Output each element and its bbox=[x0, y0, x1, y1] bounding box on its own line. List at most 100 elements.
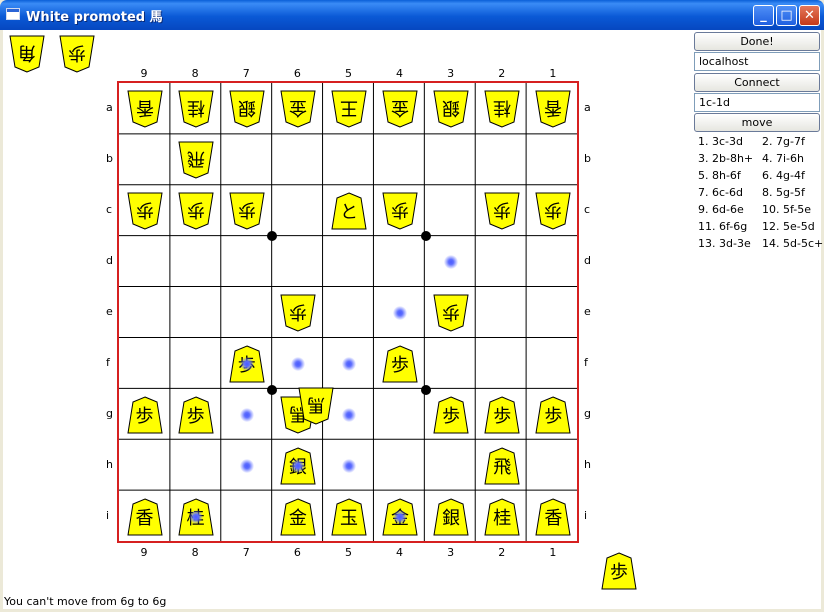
piece-9c[interactable]: 歩 bbox=[126, 192, 163, 230]
piece-8i[interactable]: 桂 bbox=[178, 498, 214, 536]
file-label: 1 bbox=[549, 67, 557, 80]
rank-label: f bbox=[584, 356, 588, 370]
file-label: 6 bbox=[293, 546, 301, 559]
maximize-button[interactable]: □ bbox=[776, 5, 797, 26]
rank-label: b bbox=[584, 151, 591, 165]
file-label: 5 bbox=[344, 546, 352, 559]
piece-kanji: 歩 bbox=[135, 406, 154, 428]
dragging-piece[interactable]: 馬 bbox=[298, 387, 334, 425]
piece-7a[interactable]: 銀 bbox=[229, 90, 265, 128]
piece-9a[interactable]: 香 bbox=[126, 90, 163, 128]
black-hand-piece[interactable]: 歩 bbox=[601, 552, 637, 590]
piece-4c[interactable]: 歩 bbox=[382, 192, 418, 230]
rank-label: a bbox=[106, 100, 113, 114]
piece-2i[interactable]: 桂 bbox=[484, 498, 520, 536]
piece-6e[interactable]: 歩 bbox=[280, 294, 316, 332]
piece-kanji: 香 bbox=[544, 508, 563, 530]
piece-8a[interactable]: 桂 bbox=[178, 90, 214, 128]
piece-5c[interactable]: と bbox=[331, 192, 367, 230]
piece-kanji: 歩 bbox=[288, 300, 307, 322]
piece-4i[interactable]: 金 bbox=[382, 498, 418, 536]
rank-label: d bbox=[584, 253, 591, 267]
piece-kanji: 歩 bbox=[68, 42, 86, 63]
piece-1c[interactable]: 歩 bbox=[535, 192, 571, 230]
piece-kanji: 歩 bbox=[237, 355, 256, 377]
star-point bbox=[267, 384, 278, 395]
rank-label: h bbox=[106, 458, 113, 472]
piece-6i[interactable]: 金 bbox=[280, 498, 316, 536]
piece-8g[interactable]: 歩 bbox=[178, 396, 214, 434]
close-button[interactable]: ✕ bbox=[799, 5, 820, 26]
piece-kanji: 香 bbox=[135, 96, 154, 118]
move-button[interactable]: move bbox=[694, 113, 820, 132]
minimize-button[interactable]: _ bbox=[753, 5, 774, 26]
status-message: You can't move from 6g to 6g bbox=[4, 595, 167, 608]
title-bar: White promoted 馬 _ □ ✕ bbox=[0, 0, 824, 30]
move-entry: 12. 5e-5d bbox=[762, 220, 815, 233]
file-label: 7 bbox=[242, 546, 250, 559]
move-input[interactable]: 1c-1d bbox=[694, 93, 820, 112]
piece-kanji: 桂 bbox=[493, 508, 512, 530]
file-label: 7 bbox=[242, 67, 250, 80]
piece-2a[interactable]: 桂 bbox=[484, 90, 520, 128]
piece-kanji: 金 bbox=[288, 508, 307, 530]
move-entry: 14. 5d-5c+ bbox=[762, 237, 824, 250]
file-label: 4 bbox=[396, 546, 404, 559]
rank-label: f bbox=[106, 356, 110, 370]
piece-kanji: 歩 bbox=[237, 198, 256, 220]
piece-kanji: 歩 bbox=[186, 406, 205, 428]
done-button[interactable]: Done! bbox=[694, 32, 820, 51]
window-title: White promoted 馬 bbox=[26, 10, 163, 25]
piece-7f[interactable]: 歩 bbox=[229, 345, 265, 383]
piece-3e[interactable]: 歩 bbox=[433, 294, 469, 332]
connect-button[interactable]: Connect bbox=[694, 73, 820, 92]
piece-2g[interactable]: 歩 bbox=[484, 396, 520, 434]
rank-label: c bbox=[106, 202, 113, 216]
piece-kanji: 歩 bbox=[391, 198, 410, 220]
piece-1g[interactable]: 歩 bbox=[535, 396, 571, 434]
piece-1i[interactable]: 香 bbox=[535, 498, 571, 536]
piece-6a[interactable]: 金 bbox=[280, 90, 316, 128]
rank-label: g bbox=[106, 407, 113, 421]
move-entry: 4. 7i-6h bbox=[762, 152, 804, 165]
piece-8b[interactable]: 飛 bbox=[178, 141, 214, 179]
piece-4f[interactable]: 歩 bbox=[382, 345, 418, 383]
piece-kanji: 歩 bbox=[442, 406, 461, 428]
piece-kanji: 玉 bbox=[339, 508, 358, 530]
piece-6h[interactable]: 銀 bbox=[280, 447, 316, 485]
host-input[interactable]: localhost bbox=[694, 52, 820, 71]
move-entry: 9. 6d-6e bbox=[698, 203, 744, 216]
rank-label: b bbox=[106, 151, 113, 165]
move-entry: 6. 4g-4f bbox=[762, 169, 805, 182]
piece-9i[interactable]: 香 bbox=[126, 498, 163, 536]
piece-5a[interactable]: 王 bbox=[331, 90, 367, 128]
piece-9g[interactable]: 歩 bbox=[126, 396, 163, 434]
piece-2h[interactable]: 飛 bbox=[484, 447, 520, 485]
piece-7c[interactable]: 歩 bbox=[229, 192, 265, 230]
piece-4a[interactable]: 金 bbox=[382, 90, 418, 128]
rank-label: i bbox=[584, 509, 588, 523]
piece-8c[interactable]: 歩 bbox=[178, 192, 214, 230]
piece-1a[interactable]: 香 bbox=[535, 90, 571, 128]
rank-label: h bbox=[584, 458, 591, 472]
piece-2c[interactable]: 歩 bbox=[484, 192, 520, 230]
piece-kanji: 銀 bbox=[442, 96, 461, 118]
piece-kanji: 香 bbox=[135, 508, 154, 530]
piece-kanji: 銀 bbox=[237, 96, 256, 118]
piece-3i[interactable]: 銀 bbox=[433, 498, 469, 536]
file-label: 8 bbox=[191, 546, 199, 559]
move-entry: 10. 5f-5e bbox=[762, 203, 811, 216]
white-hand-piece[interactable]: 角 bbox=[9, 35, 45, 73]
piece-kanji: 金 bbox=[391, 508, 410, 530]
piece-kanji: 歩 bbox=[493, 198, 512, 220]
move-list-row: 9. 6d-6e 10. 5f-5e bbox=[698, 203, 822, 220]
piece-3a[interactable]: 銀 bbox=[433, 90, 469, 128]
white-hand-piece[interactable]: 歩 bbox=[59, 35, 95, 73]
rank-label: i bbox=[106, 509, 110, 523]
piece-3g[interactable]: 歩 bbox=[433, 396, 469, 434]
piece-5i[interactable]: 玉 bbox=[331, 498, 367, 536]
rank-label: e bbox=[106, 304, 113, 318]
file-label: 6 bbox=[293, 67, 301, 80]
rank-label: g bbox=[584, 407, 591, 421]
file-label: 3 bbox=[447, 67, 455, 80]
